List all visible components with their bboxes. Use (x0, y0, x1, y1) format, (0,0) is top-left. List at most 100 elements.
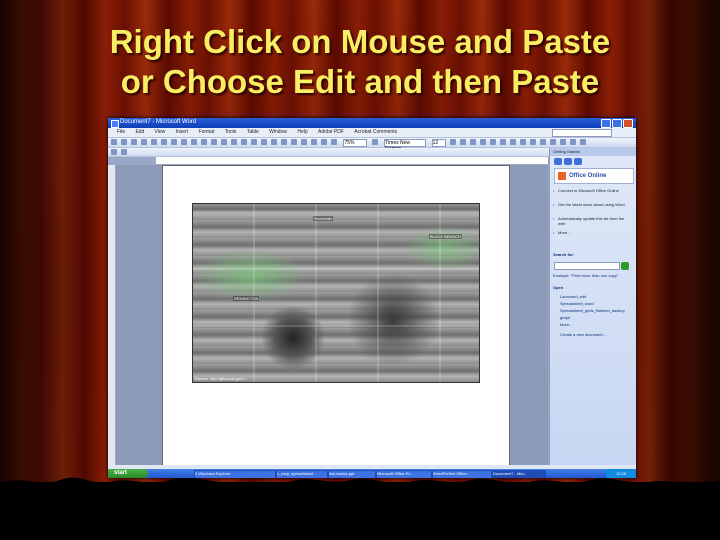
vertical-ruler (108, 165, 116, 465)
underline-icon[interactable] (469, 139, 476, 145)
menu-table[interactable]: Table (247, 129, 259, 135)
help-icon[interactable] (371, 139, 378, 145)
open-heading: Open (553, 285, 564, 290)
zoom-box[interactable]: 75% (343, 139, 368, 147)
close-button[interactable] (623, 119, 633, 128)
center-icon[interactable] (489, 139, 496, 145)
numbering-icon[interactable] (529, 139, 536, 145)
horizontal-ruler (156, 157, 548, 165)
recent-doc-2[interactable]: Spreadsheet_word (560, 301, 594, 306)
system-tray: 10:28 (606, 469, 636, 478)
stage-floor (0, 477, 720, 540)
copy-icon[interactable] (211, 139, 217, 145)
highlight-icon[interactable] (569, 139, 576, 145)
search-go-icon[interactable] (621, 262, 629, 270)
save-icon[interactable] (131, 139, 137, 145)
task-pane: Getting Started Office Online Connect to… (549, 148, 636, 465)
tables-icon[interactable] (271, 139, 277, 145)
start-button[interactable]: start (108, 469, 148, 478)
print-icon[interactable] (161, 139, 167, 145)
task-link-basics[interactable]: link-basics.ppt (328, 470, 376, 478)
menu-adobe-pdf[interactable]: Adobe PDF (318, 129, 344, 135)
map-label-remington: REMINGTON (233, 296, 260, 301)
link-auto-update[interactable]: Automatically update this list from the … (553, 216, 630, 226)
document-page[interactable]: Rochester REMINGTON BLACK BRANCH Source:… (162, 165, 510, 467)
pdf-icon[interactable] (111, 149, 117, 155)
email-icon[interactable] (151, 139, 157, 145)
font-size-box[interactable]: 12 (431, 139, 446, 147)
map-label-rochester: Rochester (313, 216, 334, 221)
permission-icon[interactable] (141, 139, 147, 145)
menu-acrobat-comments[interactable]: Acrobat Comments (354, 129, 397, 135)
windows-taskbar: start 3 Windows Explorer c_map_spreadshe… (108, 469, 636, 478)
task-windows-explorer[interactable]: 3 Windows Explorer (194, 470, 276, 478)
bold-icon[interactable] (449, 139, 456, 145)
office-logo-icon (558, 172, 566, 180)
paste-icon[interactable] (221, 139, 227, 145)
recent-doc-3[interactable]: Spreadsheet_grids_finished_backup (560, 308, 625, 313)
more-docs-link[interactable]: More... (560, 322, 572, 327)
task-wordperfect[interactable]: WordPerfect Office.. (432, 470, 492, 478)
back-icon[interactable] (554, 158, 562, 165)
pasted-map-image[interactable]: Rochester REMINGTON BLACK BRANCH Source:… (192, 203, 480, 383)
outdent-icon[interactable] (559, 139, 566, 145)
standard-toolbar: 75% Times New Roman 12 (108, 138, 636, 152)
slide-title: Right Click on Mouse and Paste or Choose… (0, 22, 720, 102)
doc-map-icon[interactable] (321, 139, 327, 145)
menu-format[interactable]: Format (199, 129, 215, 135)
bullets-icon[interactable] (539, 139, 546, 145)
menu-tools[interactable]: Tools (225, 129, 237, 135)
map-caption: Source: http://gis.usda.gov/... (195, 376, 247, 381)
excel-icon[interactable] (291, 139, 297, 145)
format-painter-icon[interactable] (231, 139, 237, 145)
menu-view[interactable]: View (154, 129, 165, 135)
insert-table-icon[interactable] (281, 139, 287, 145)
print-preview-icon[interactable] (171, 139, 177, 145)
italic-icon[interactable] (459, 139, 466, 145)
drawing-icon[interactable] (311, 139, 317, 145)
task-document7[interactable]: Document7 - Micr.. (492, 470, 546, 478)
task-map-spreadsheet[interactable]: c_map_spreadsheet (276, 470, 328, 478)
recent-doc-1[interactable]: Launched_edit (560, 294, 586, 299)
redo-icon[interactable] (251, 139, 257, 145)
font-name-box[interactable]: Times New Roman (384, 139, 427, 152)
new-icon[interactable] (111, 139, 117, 145)
line-spacing-icon[interactable] (519, 139, 526, 145)
cut-icon[interactable] (201, 139, 207, 145)
hyperlink-icon[interactable] (261, 139, 267, 145)
forward-icon[interactable] (564, 158, 572, 165)
columns-icon[interactable] (301, 139, 307, 145)
ask-question-input[interactable] (552, 129, 612, 137)
recent-doc-4[interactable]: graph (560, 315, 570, 320)
maximize-button[interactable] (612, 119, 622, 128)
align-right-icon[interactable] (499, 139, 506, 145)
link-connect-office-online[interactable]: Connect to Microsoft Office Online (553, 188, 630, 193)
word-app-icon (111, 120, 119, 128)
link-latest-news[interactable]: Get the latest news about using Word (553, 202, 630, 207)
open-icon[interactable] (121, 139, 127, 145)
font-color-icon[interactable] (579, 139, 586, 145)
minimize-button[interactable] (601, 119, 611, 128)
title-line-2: or Choose Edit and then Paste (120, 63, 600, 100)
undo-icon[interactable] (241, 139, 247, 145)
menu-insert[interactable]: Insert (176, 129, 189, 135)
task-office-excel[interactable]: Microsoft Office Ex... (376, 470, 432, 478)
create-new-document-link[interactable]: Create a new document... (560, 332, 606, 337)
word-title-bar: Document7 - Microsoft Word (108, 118, 636, 128)
menu-help[interactable]: Help (297, 129, 307, 135)
pdf-email-icon[interactable] (121, 149, 127, 155)
clock: 10:28 (616, 471, 627, 476)
show-hide-icon[interactable] (331, 139, 337, 145)
link-more[interactable]: More... (553, 230, 630, 235)
home-icon[interactable] (574, 158, 582, 165)
menu-file[interactable]: File (117, 129, 125, 135)
search-input[interactable] (554, 262, 620, 270)
indent-icon[interactable] (549, 139, 556, 145)
align-left-icon[interactable] (479, 139, 486, 145)
spelling-icon[interactable] (181, 139, 187, 145)
menu-window[interactable]: Window (269, 129, 287, 135)
search-label: Search for: (553, 252, 575, 257)
menu-edit[interactable]: Edit (135, 129, 144, 135)
research-icon[interactable] (191, 139, 197, 145)
justify-icon[interactable] (509, 139, 516, 145)
